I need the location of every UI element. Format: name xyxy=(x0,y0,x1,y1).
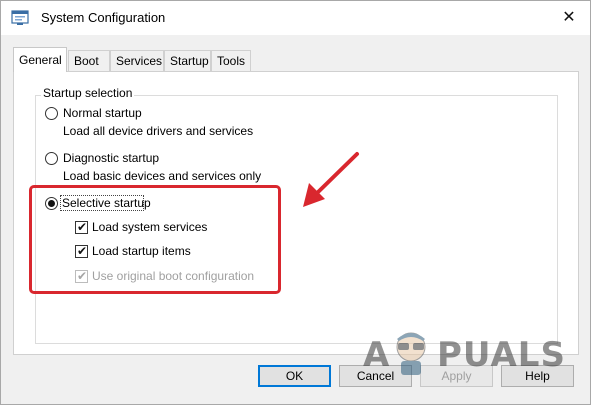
tab-services[interactable]: Services xyxy=(110,50,164,71)
normal-startup-description: Load all device drivers and services xyxy=(63,124,254,138)
tab-boot[interactable]: Boot xyxy=(68,50,110,71)
tab-general[interactable]: General xyxy=(13,47,67,72)
tab-startup[interactable]: Startup xyxy=(164,50,211,71)
close-icon: ✕ xyxy=(562,9,576,26)
system-configuration-window: System Configuration ✕ General Boot Serv… xyxy=(0,0,591,405)
ok-button[interactable]: OK xyxy=(258,365,331,387)
annotation-arrow-icon xyxy=(303,152,359,207)
close-button[interactable]: ✕ xyxy=(559,9,579,27)
diagnostic-startup-radio[interactable] xyxy=(45,152,58,165)
startup-selection-label: Startup selection xyxy=(41,86,135,100)
appuals-watermark: A PUALS xyxy=(363,323,578,383)
diagnostic-startup-description: Load basic devices and services only xyxy=(63,169,262,183)
highlight-box xyxy=(29,185,281,294)
tab-tools[interactable]: Tools xyxy=(211,50,251,71)
watermark-text-right: PUALS xyxy=(437,335,566,375)
diagnostic-startup-label[interactable]: Diagnostic startup xyxy=(63,151,159,165)
normal-startup-radio[interactable] xyxy=(45,107,58,120)
normal-startup-label[interactable]: Normal startup xyxy=(63,106,142,120)
title-bar: System Configuration ✕ xyxy=(1,1,590,35)
window-title: System Configuration xyxy=(41,10,166,25)
mascot-icon xyxy=(396,332,426,375)
watermark-text-left: A xyxy=(363,335,390,375)
msconfig-icon xyxy=(11,10,29,25)
